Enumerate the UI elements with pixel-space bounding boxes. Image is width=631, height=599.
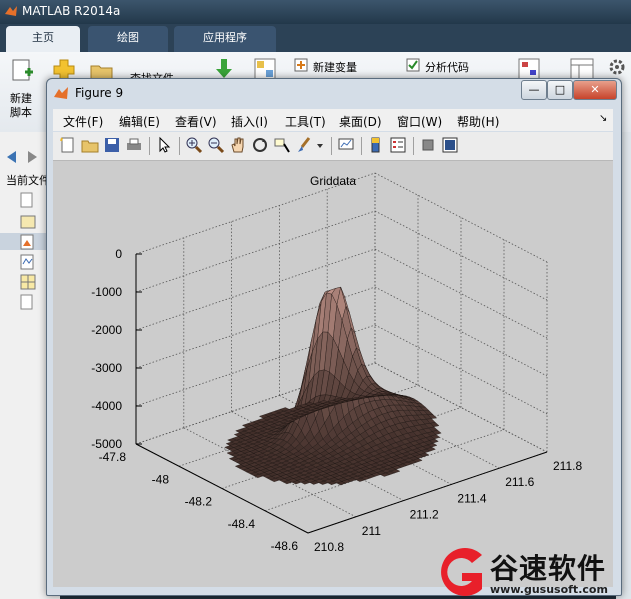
file-icon	[20, 192, 33, 208]
menu-tools[interactable]: 工具(T)	[285, 113, 326, 130]
z-tick-label: -4000	[91, 399, 122, 413]
insert-colorbar-icon[interactable]	[367, 136, 385, 154]
show-plot-tools-icon[interactable]	[441, 136, 459, 154]
new-figure-icon[interactable]	[59, 136, 77, 154]
zoom-in-icon[interactable]	[185, 136, 203, 154]
new-variable-icon	[294, 58, 308, 72]
analyze-code-icon	[406, 58, 420, 72]
back-wall-gridline	[374, 248, 548, 339]
brush-dropdown-icon[interactable]	[315, 136, 325, 154]
back-wall-gridline	[374, 286, 548, 377]
x-tick-label: -48.2	[185, 495, 213, 509]
matlab-logo-icon	[5, 6, 17, 16]
menu-view[interactable]: 查看(V)	[175, 113, 217, 130]
matlab-tabs: 主页 绘图 应用程序	[0, 24, 631, 52]
watermark-logo-icon	[441, 548, 482, 596]
close-button[interactable]: ✕	[573, 80, 617, 100]
figure-logo-icon	[54, 87, 68, 99]
import-data-icon[interactable]	[214, 58, 234, 80]
zoom-out-icon[interactable]	[207, 136, 225, 154]
x-tick-label: -48.4	[228, 517, 256, 531]
back-forward-icon[interactable]	[4, 150, 44, 164]
edit-plot-arrow-icon[interactable]	[155, 136, 173, 154]
toolbar-separator	[361, 137, 362, 155]
maximize-button[interactable]: □	[547, 80, 573, 100]
menu-insert[interactable]: 插入(I)	[231, 113, 268, 130]
y-tick-label: 211.6	[505, 475, 534, 489]
left-wall-gridline	[135, 210, 376, 293]
hide-plot-tools-icon[interactable]	[419, 136, 437, 154]
x-tick-label: -48	[152, 472, 170, 486]
save-icon[interactable]	[103, 136, 121, 154]
y-tick-label: 211.8	[553, 459, 582, 473]
toolbar-separator	[413, 137, 414, 155]
x-tick-label: -48.6	[271, 539, 299, 553]
menu-file[interactable]: 文件(F)	[63, 113, 103, 130]
figure-title: Figure 9	[75, 86, 124, 100]
app-title: MATLAB R2014a	[22, 4, 121, 18]
menu-desktop[interactable]: 桌面(D)	[339, 113, 382, 130]
brush-icon[interactable]	[295, 136, 313, 154]
z-tick-label: -3000	[91, 361, 122, 375]
fig-file-icon[interactable]	[20, 234, 36, 250]
pan-hand-icon[interactable]	[229, 136, 247, 154]
figure-window: Figure 9 — □ ✕ 文件(F) 编辑(E) 查看(V) 插入(I) 工…	[46, 78, 622, 596]
minimize-button[interactable]: —	[521, 80, 547, 100]
blank-file-icon[interactable]	[20, 294, 34, 310]
y-tick-label: 210.8	[314, 540, 344, 554]
y-tick-label: 211.4	[457, 491, 486, 505]
menu-help[interactable]: 帮助(H)	[457, 113, 499, 130]
menu-window[interactable]: 窗口(W)	[397, 113, 442, 130]
figure-menubar: 文件(F) 编辑(E) 查看(V) 插入(I) 工具(T) 桌面(D) 窗口(W…	[53, 109, 613, 131]
simulink-icon[interactable]	[518, 58, 540, 80]
preferences-gear-icon[interactable]	[608, 58, 626, 76]
chart-title: Griddata	[310, 174, 356, 188]
tab-home[interactable]: 主页	[6, 26, 80, 52]
open-file-icon[interactable]	[81, 136, 99, 154]
watermark: 谷速软件 www.gususoft.com	[432, 545, 631, 599]
link-plot-icon[interactable]	[337, 136, 355, 154]
figure-canvas: Griddata 0 -1000 -2000 -3000 -4000 -5000 -47.8 -…	[53, 161, 613, 587]
figure-toolbar	[53, 132, 613, 161]
new-script-icon	[12, 59, 33, 81]
x-tick-label: -47.8	[99, 450, 127, 464]
grid-file-icon[interactable]	[20, 274, 36, 290]
matlab-titlebar: MATLAB R2014a	[0, 0, 631, 24]
rotate-3d-icon[interactable]	[251, 136, 269, 154]
m-file-icon[interactable]	[20, 254, 36, 270]
z-tick-label: -5000	[91, 437, 122, 451]
workspace-icon[interactable]	[254, 58, 276, 80]
print-icon[interactable]	[125, 136, 143, 154]
new-variable-button[interactable]: 新建变量	[313, 59, 357, 75]
mat-file-icon[interactable]	[20, 214, 36, 230]
watermark-text: 谷速软件	[490, 552, 607, 585]
menu-dock-arrow-icon[interactable]: ↘	[599, 113, 607, 124]
toolbar-separator	[331, 137, 332, 155]
layout-icon[interactable]	[570, 58, 594, 80]
surface-plot[interactable]: Griddata 0 -1000 -2000 -3000 -4000 -5000-47.8 -…	[53, 161, 613, 587]
new-script-button[interactable]: 新建 脚本	[10, 92, 38, 120]
tab-apps[interactable]: 应用程序	[174, 26, 276, 52]
toolbar-separator	[149, 137, 150, 155]
z-tick-label: -1000	[91, 285, 122, 299]
watermark-url: www.gususoft.com	[490, 583, 608, 596]
menu-edit[interactable]: 编辑(E)	[119, 113, 160, 130]
insert-legend-icon[interactable]	[389, 136, 407, 154]
y-tick-label: 211.2	[410, 508, 439, 522]
toolbar-separator	[179, 137, 180, 155]
data-cursor-icon[interactable]	[273, 136, 291, 154]
z-tick-label: -2000	[91, 323, 122, 337]
z-tick-label: 0	[115, 247, 122, 261]
tab-plots[interactable]: 绘图	[88, 26, 168, 52]
analyze-code-button[interactable]: 分析代码	[425, 59, 469, 75]
y-tick-label: 211	[362, 524, 381, 538]
current-folder-label: 当前文件	[6, 174, 50, 187]
